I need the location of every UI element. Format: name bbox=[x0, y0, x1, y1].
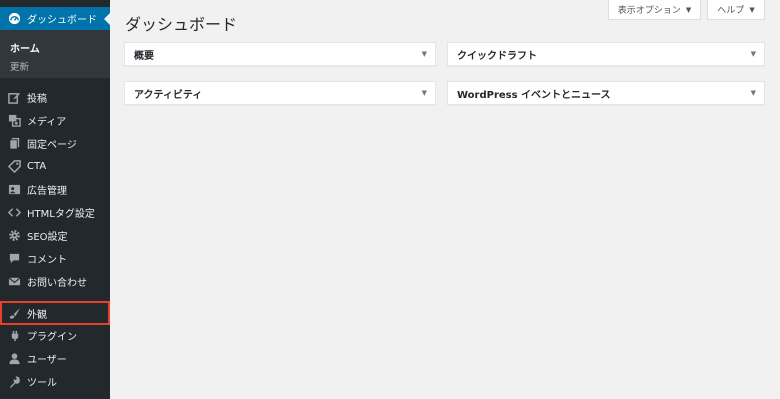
plugin-icon bbox=[7, 328, 21, 342]
wrench-icon bbox=[7, 374, 21, 388]
widget-toggle-icon[interactable]: ▼ bbox=[422, 89, 427, 97]
user-icon bbox=[7, 351, 21, 365]
sidebar-item-plugins[interactable]: プラグイン bbox=[0, 324, 110, 346]
sidebar-item-seo[interactable]: SEO設定 bbox=[0, 224, 110, 246]
sidebar-item-dashboard[interactable]: ダッシュボード bbox=[0, 7, 110, 30]
sidebar-item-label: ツール bbox=[27, 377, 57, 389]
widget-title: アクティビティ bbox=[134, 89, 203, 101]
sidebar-item-ads[interactable]: 広告管理 bbox=[0, 178, 110, 200]
widget-title: クイックドラフト bbox=[457, 50, 537, 62]
sidebar-item-media[interactable]: メディア bbox=[0, 109, 110, 131]
ad-icon bbox=[7, 182, 21, 196]
page-title: ダッシュボード bbox=[125, 15, 238, 34]
tag-icon bbox=[7, 159, 21, 173]
mail-icon bbox=[7, 274, 21, 288]
media-icon bbox=[7, 113, 21, 127]
caret-down-icon: ▼ bbox=[749, 5, 755, 14]
code-icon bbox=[7, 205, 21, 219]
screen-options-label: 表示オプション bbox=[617, 6, 681, 16]
admin-sidebar: ダッシュボード ホーム 更新 投稿 メディア 固定ページ CTA 広告管理 HT… bbox=[0, 0, 110, 399]
sidebar-item-contact[interactable]: お問い合わせ bbox=[0, 270, 110, 292]
dashboard-icon bbox=[7, 12, 21, 26]
sidebar-item-posts[interactable]: 投稿 bbox=[0, 86, 110, 108]
gear-icon bbox=[7, 228, 21, 242]
widget-title: WordPress イベントとニュース bbox=[457, 89, 611, 101]
widget-quick-draft[interactable]: クイックドラフト ▼ bbox=[447, 42, 765, 66]
sidebar-item-label: お問い合わせ bbox=[27, 277, 87, 289]
screen-options-button[interactable]: 表示オプション ▼ bbox=[608, 0, 701, 20]
sidebar-item-pages[interactable]: 固定ページ bbox=[0, 132, 110, 154]
widget-events-news[interactable]: WordPress イベントとニュース ▼ bbox=[447, 81, 765, 105]
sidebar-item-label: メディア bbox=[27, 116, 67, 128]
page-icon bbox=[7, 136, 21, 150]
sidebar-item-appearance[interactable]: 外観 bbox=[0, 301, 110, 325]
widget-toggle-icon[interactable]: ▼ bbox=[422, 50, 427, 58]
sidebar-item-label: コメント bbox=[27, 254, 67, 266]
sidebar-item-label: 外観 bbox=[27, 309, 47, 321]
submenu-item-home[interactable]: ホーム bbox=[10, 40, 40, 55]
widget-title: 概要 bbox=[134, 50, 154, 62]
help-label: ヘルプ bbox=[717, 6, 745, 16]
sidebar-item-label: 広告管理 bbox=[27, 185, 67, 197]
sidebar-item-comments[interactable]: コメント bbox=[0, 247, 110, 269]
sidebar-item-label: 投稿 bbox=[27, 93, 47, 105]
brush-icon bbox=[7, 306, 21, 320]
comment-icon bbox=[7, 251, 21, 265]
sidebar-item-label: HTMLタグ設定 bbox=[27, 208, 95, 220]
widget-activity[interactable]: アクティビティ ▼ bbox=[124, 81, 436, 105]
submenu-item-updates[interactable]: 更新 bbox=[10, 59, 29, 73]
dashboard-submenu: ホーム 更新 bbox=[0, 30, 110, 78]
sidebar-item-html-tags[interactable]: HTMLタグ設定 bbox=[0, 201, 110, 223]
caret-down-icon: ▼ bbox=[685, 5, 692, 14]
widget-toggle-icon[interactable]: ▼ bbox=[751, 89, 756, 97]
sidebar-item-cta[interactable]: CTA bbox=[0, 155, 110, 177]
widget-overview[interactable]: 概要 ▼ bbox=[124, 42, 436, 66]
help-button[interactable]: ヘルプ ▼ bbox=[707, 0, 765, 20]
sidebar-item-label: 固定ページ bbox=[27, 139, 77, 151]
sidebar-item-label: SEO設定 bbox=[27, 231, 68, 243]
sidebar-item-label: CTA bbox=[27, 160, 47, 172]
post-icon bbox=[7, 90, 21, 104]
sidebar-item-label: ダッシュボード bbox=[27, 15, 97, 26]
sidebar-item-label: ユーザー bbox=[27, 354, 67, 366]
widget-toggle-icon[interactable]: ▼ bbox=[751, 50, 756, 58]
sidebar-item-tools[interactable]: ツール bbox=[0, 370, 110, 392]
sidebar-item-users[interactable]: ユーザー bbox=[0, 347, 110, 369]
sidebar-item-label: プラグイン bbox=[27, 331, 77, 343]
